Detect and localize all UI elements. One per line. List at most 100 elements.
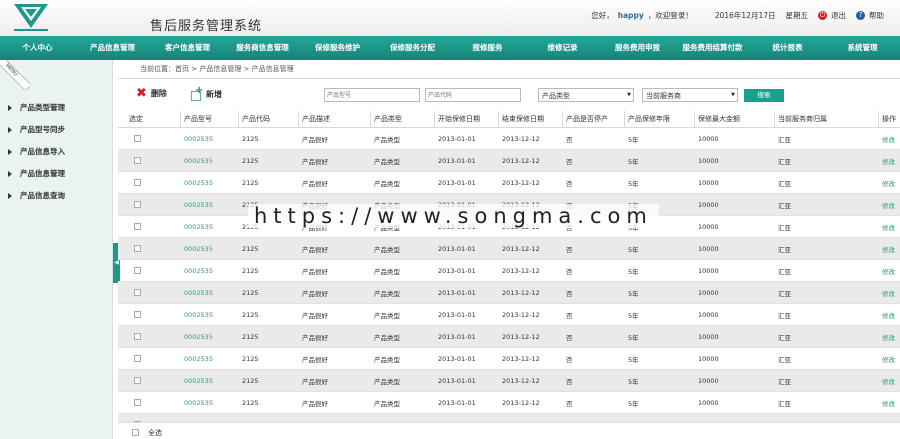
product-model-input[interactable] (324, 88, 420, 102)
edit-link[interactable]: 修改 (882, 194, 895, 215)
nav-provider-info[interactable]: 服务商信息管理 (225, 36, 300, 60)
cell-model[interactable]: 0002535 (184, 150, 213, 171)
edit-link[interactable]: 修改 (882, 282, 895, 303)
add-button[interactable]: 新增 (190, 85, 222, 101)
cell-model[interactable]: 0002535 (184, 172, 213, 193)
cell-provider: 汇亚 (778, 201, 791, 210)
cell-model[interactable]: 0002535 (184, 392, 213, 413)
table-row: 0002535 2125 产品很好 产品类型 2013-01-01 2013-12-12 否… (118, 128, 900, 150)
edit-link[interactable]: 修改 (882, 348, 895, 369)
cell-max-amount: 10000 (698, 310, 719, 319)
edit-link[interactable]: 修改 (882, 150, 895, 171)
row-checkbox[interactable] (134, 223, 141, 230)
help-link[interactable]: 帮助 (869, 10, 884, 21)
table-row: 0002535 2125 产品很好 产品类型 2013-01-01 2013-12-12 否… (118, 260, 900, 282)
edit-link[interactable]: 修改 (882, 238, 895, 259)
cell-end-date: 2013-12-12 (502, 244, 540, 253)
nav-product-info[interactable]: 产品信息管理 (75, 36, 150, 60)
row-checkbox[interactable] (134, 201, 141, 208)
row-checkbox[interactable] (134, 179, 141, 186)
nav-repair-service[interactable]: 报修服务 (450, 36, 525, 60)
cell-start-date: 2013-01-01 (438, 288, 476, 297)
delete-button[interactable]: ✖ 删除 (136, 87, 167, 100)
edit-link[interactable]: 修改 (882, 216, 895, 237)
nav-fee-settlement[interactable]: 服务费用结算付款 (675, 36, 750, 60)
nav-system[interactable]: 系统管理 (825, 36, 900, 60)
cell-model[interactable]: 0002535 (184, 216, 213, 237)
cell-model[interactable]: 0002535 (184, 370, 213, 391)
sidebar-item-product-import[interactable]: 产品信息导入 (8, 146, 65, 157)
logout-icon[interactable]: ⏻ (818, 11, 827, 20)
cell-desc: 产品很好 (302, 355, 328, 364)
cell-desc: 产品很好 (302, 333, 328, 342)
cell-select (134, 216, 141, 237)
table-row: 0002535 2125 产品很好 产品类型 2013-01-01 2013-12-12 否… (118, 172, 900, 194)
sidebar-item-product-query[interactable]: 产品信息查询 (8, 190, 65, 201)
edit-link[interactable]: 修改 (882, 172, 895, 193)
sidebar-item-product-type[interactable]: 产品类型管理 (8, 102, 65, 113)
column-header-desc: 产品描述 (302, 115, 330, 123)
product-code-input[interactable] (425, 88, 521, 102)
cell-model[interactable]: 0002535 (184, 128, 213, 149)
select-all-checkbox[interactable] (132, 429, 139, 436)
username: happy (617, 11, 644, 20)
table-footer: 全选 (118, 422, 900, 439)
row-checkbox[interactable] (134, 135, 141, 142)
column-divider (498, 111, 499, 128)
sidebar-item-model-sync[interactable]: 产品型号同步 (8, 124, 65, 135)
nav-repair-records[interactable]: 维修记录 (525, 36, 600, 60)
row-checkbox[interactable] (134, 399, 141, 406)
cell-years: 5年 (628, 355, 639, 364)
edit-link[interactable]: 修改 (882, 370, 895, 391)
edit-link[interactable]: 修改 (882, 304, 895, 325)
row-checkbox[interactable] (134, 289, 141, 296)
cell-model[interactable]: 0002535 (184, 260, 213, 281)
cell-desc: 产品很好 (302, 289, 328, 298)
cell-model[interactable]: 0002535 (184, 238, 213, 259)
welcome-text: ，欢迎登录！ (647, 11, 693, 20)
row-checkbox[interactable] (134, 245, 141, 252)
nav-fee-declare[interactable]: 服务费用申报 (600, 36, 675, 60)
edit-link[interactable]: 修改 (882, 128, 895, 149)
cell-model[interactable]: 0002535 (184, 348, 213, 369)
edit-link[interactable]: 修改 (882, 260, 895, 281)
cell-select (134, 304, 141, 325)
row-checkbox[interactable] (134, 157, 141, 164)
cell-desc: 产品很好 (302, 245, 328, 254)
nav-reports[interactable]: 统计报表 (750, 36, 825, 60)
nav-personal-center[interactable]: 个人中心 (0, 36, 75, 60)
cell-provider: 汇亚 (778, 179, 791, 188)
column-divider (434, 111, 435, 128)
logout-link[interactable]: 退出 (831, 10, 846, 21)
cell-code: 2125 (242, 156, 259, 165)
cell-max-amount: 10000 (698, 266, 719, 275)
provider-select[interactable]: 当前服务商 (642, 88, 738, 102)
row-checkbox[interactable] (134, 377, 141, 384)
row-checkbox[interactable] (134, 311, 141, 318)
help-icon[interactable]: ? (856, 11, 865, 20)
nav-customer-info[interactable]: 客户信息管理 (150, 36, 225, 60)
cell-model[interactable]: 0002535 (184, 304, 213, 325)
cell-model[interactable]: 0002535 (184, 326, 213, 347)
cell-provider: 汇亚 (778, 223, 791, 232)
cell-max-amount: 10000 (698, 288, 719, 297)
row-checkbox[interactable] (134, 333, 141, 340)
row-checkbox[interactable] (134, 267, 141, 274)
sidebar-item-product-manage[interactable]: 产品信息管理 (8, 168, 65, 179)
nav-warranty-maintenance[interactable]: 保修服务维护 (300, 36, 375, 60)
search-button[interactable]: 搜索 (744, 89, 784, 102)
nav-warranty-assign[interactable]: 保修服务分配 (375, 36, 450, 60)
row-checkbox[interactable] (134, 355, 141, 362)
edit-link[interactable]: 修改 (882, 326, 895, 347)
cell-start-date: 2013-01-01 (438, 332, 476, 341)
cell-start-date: 2013-01-01 (438, 398, 476, 407)
edit-link[interactable]: 修改 (882, 392, 895, 413)
menu-ribbon: MENU (0, 60, 30, 90)
cell-years: 5年 (628, 245, 639, 254)
cell-model[interactable]: 0002535 (184, 282, 213, 303)
cell-provider: 汇亚 (778, 377, 791, 386)
cell-type: 产品类型 (374, 399, 400, 408)
cell-model[interactable]: 0002535 (184, 194, 213, 215)
product-type-select[interactable]: 产品类型 (538, 88, 634, 102)
cell-years: 5年 (628, 135, 639, 144)
